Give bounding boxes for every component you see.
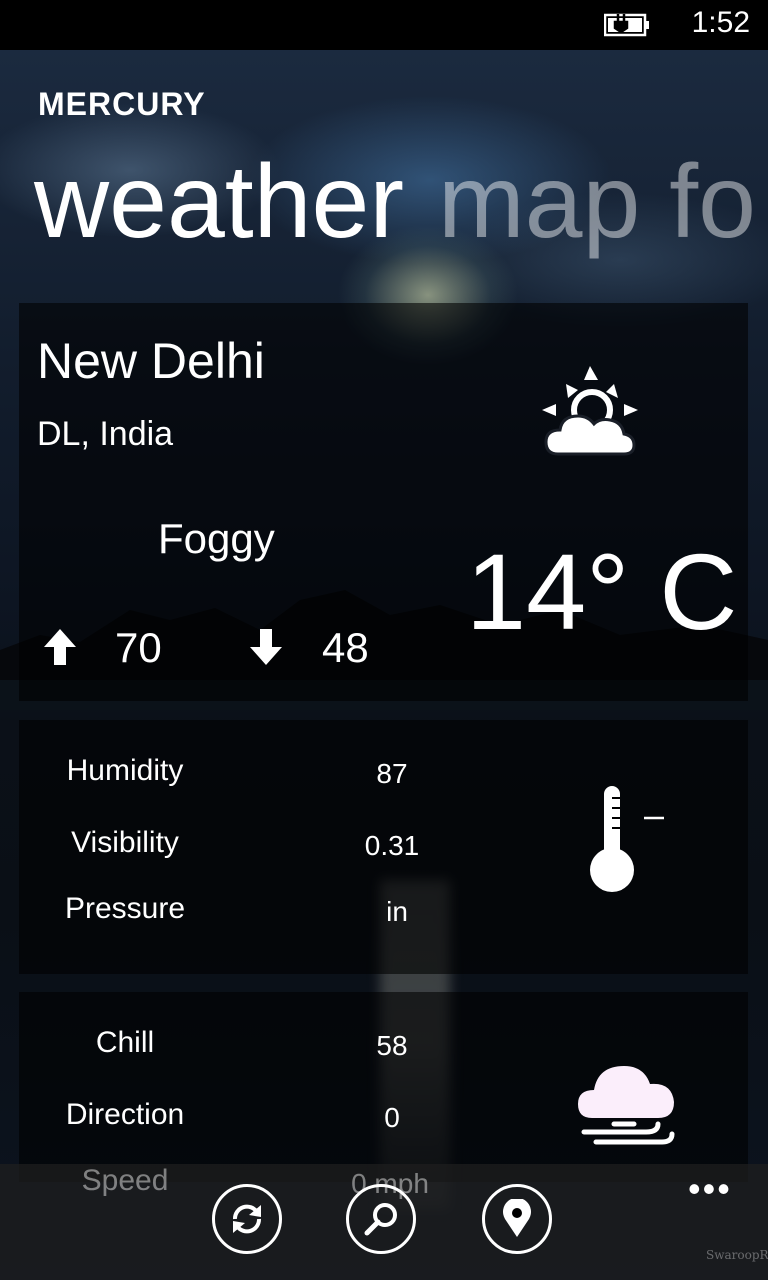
humidity-label: Humidity	[66, 754, 184, 787]
chill-value: 58	[376, 1030, 408, 1061]
search-button[interactable]	[346, 1184, 416, 1254]
refresh-icon	[232, 1204, 262, 1234]
pivot-item-map[interactable]: map fo	[438, 144, 756, 260]
city-name: New Delhi	[37, 333, 265, 389]
status-time: 1:52	[691, 6, 750, 39]
location-icon	[503, 1199, 531, 1237]
search-icon	[364, 1203, 397, 1236]
pivot-header: weather map fo	[34, 150, 756, 254]
chill-label: Chill	[95, 1026, 155, 1059]
windy-cloud-icon	[578, 1066, 675, 1145]
refresh-button[interactable]	[212, 1184, 282, 1254]
speed-label: Speed	[81, 1164, 169, 1197]
condition-text: Foggy	[158, 515, 275, 562]
arrow-up-icon	[44, 629, 76, 665]
thermometer-icon	[590, 786, 664, 892]
app-title: MERCURY	[38, 86, 206, 122]
humidity-value: 87	[376, 758, 408, 789]
pressure-label: Pressure	[64, 892, 186, 925]
visibility-label: Visibility	[71, 826, 179, 859]
low-temperature: 48	[322, 624, 369, 671]
partly-cloudy-icon	[542, 366, 638, 456]
more-options-button[interactable]: •••	[688, 1168, 732, 1210]
battery-charging-icon	[604, 13, 649, 37]
arrow-down-icon	[250, 629, 282, 665]
direction-label: Direction	[65, 1098, 185, 1131]
high-temperature: 70	[115, 624, 162, 671]
visibility-value: 0.31	[364, 830, 420, 861]
current-temperature: 14° C	[466, 531, 738, 652]
region-name: DL, India	[37, 415, 174, 453]
status-bar: 1:52	[0, 0, 768, 50]
direction-value: 0	[384, 1102, 400, 1133]
pivot-item-weather[interactable]: weather	[34, 144, 404, 260]
background-watermark: SwaroopR	[706, 1248, 768, 1262]
location-button[interactable]	[482, 1184, 552, 1254]
pressure-value: in	[386, 896, 408, 927]
